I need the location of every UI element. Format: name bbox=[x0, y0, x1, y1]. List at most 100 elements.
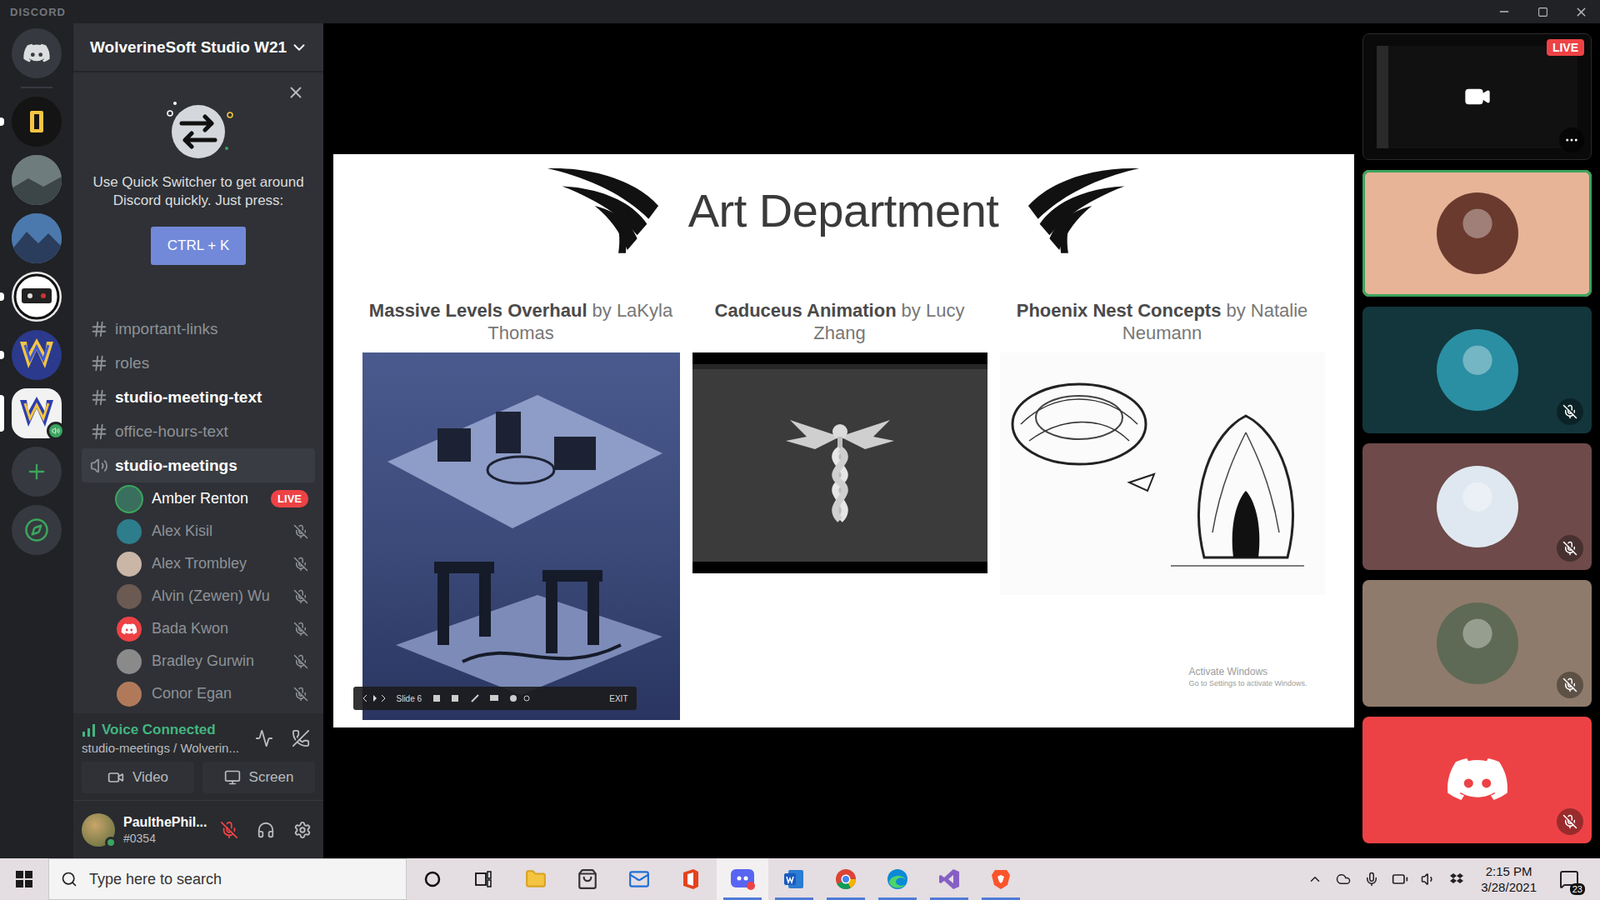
shortcut-button[interactable]: CTRL + K bbox=[150, 226, 246, 265]
taskbar-app[interactable] bbox=[665, 858, 717, 900]
server-header[interactable]: WolverineSoft Studio W21 bbox=[73, 23, 324, 72]
taskbar-app[interactable] bbox=[510, 858, 562, 900]
artwork-picture bbox=[1000, 352, 1325, 595]
volume-tray[interactable] bbox=[1415, 871, 1441, 887]
deafen-button[interactable] bbox=[251, 815, 280, 845]
onedrive-tray[interactable] bbox=[1330, 871, 1356, 887]
channel-item[interactable]: office-hours-text bbox=[81, 414, 315, 449]
voice-member[interactable]: Alvin (Zewen) Wu bbox=[81, 580, 315, 613]
channel-item[interactable]: studio-meetings bbox=[81, 448, 315, 483]
server-item[interactable] bbox=[0, 96, 74, 147]
signal-icon bbox=[81, 723, 97, 737]
hash-icon bbox=[90, 422, 109, 441]
taskbar-app[interactable] bbox=[716, 858, 769, 900]
server-icon[interactable] bbox=[11, 446, 62, 497]
slide-number[interactable]: Slide 6 bbox=[396, 694, 423, 704]
server-icon[interactable] bbox=[11, 28, 62, 79]
voice-action-button[interactable]: Video bbox=[81, 761, 195, 794]
server-item[interactable] bbox=[0, 213, 74, 264]
mute-button[interactable] bbox=[215, 815, 244, 845]
notification-center[interactable]: 23 bbox=[1548, 858, 1590, 900]
close-button[interactable] bbox=[1561, 0, 1600, 24]
participant-tile[interactable] bbox=[1362, 306, 1592, 434]
server-item[interactable] bbox=[0, 388, 74, 439]
dropbox-tray[interactable] bbox=[1444, 872, 1470, 886]
server-icon[interactable] bbox=[11, 155, 62, 205]
disconnect-button[interactable] bbox=[286, 724, 315, 753]
app-title: DISCORD bbox=[10, 5, 66, 19]
taskbar-app[interactable] bbox=[820, 858, 872, 900]
server-item[interactable] bbox=[0, 271, 74, 322]
channel-item[interactable]: roles bbox=[81, 345, 315, 380]
member-name: Bada Kwon bbox=[151, 620, 284, 638]
cortana-app-icon bbox=[423, 870, 442, 889]
server-item[interactable] bbox=[0, 446, 74, 497]
member-muted bbox=[293, 589, 309, 605]
maximize-button[interactable] bbox=[1523, 0, 1562, 24]
voice-member[interactable]: Alex Trombley bbox=[81, 547, 315, 580]
taskbar-app[interactable] bbox=[871, 858, 924, 900]
server-item[interactable] bbox=[0, 330, 74, 380]
taskbar-app[interactable] bbox=[458, 858, 510, 900]
server-icon[interactable] bbox=[11, 96, 62, 147]
mic-muted-icon bbox=[293, 621, 309, 637]
mic-muted-icon bbox=[1562, 814, 1578, 830]
battery-tray[interactable] bbox=[1387, 870, 1413, 888]
minimize-button[interactable] bbox=[1485, 0, 1524, 24]
channel-item[interactable]: studio-meeting-text bbox=[81, 380, 315, 415]
close-tip-button[interactable] bbox=[286, 83, 305, 105]
server-item[interactable] bbox=[0, 505, 74, 555]
participant-tile[interactable] bbox=[1362, 716, 1592, 844]
channel-name: important-links bbox=[115, 320, 219, 339]
taskbar-app[interactable] bbox=[768, 858, 820, 900]
voice-action-button[interactable]: Screen bbox=[202, 761, 315, 794]
server-icon[interactable] bbox=[11, 271, 62, 322]
participant-tile[interactable] bbox=[1362, 443, 1592, 570]
slide-title: Art Department bbox=[688, 183, 1000, 238]
slide-column: Caduceus Animationby Lucy Zhang bbox=[692, 299, 988, 574]
start-button[interactable] bbox=[0, 858, 49, 900]
taskbar-clock[interactable]: 2:15 PM3/28/2021 bbox=[1472, 863, 1545, 895]
more-options-button[interactable] bbox=[1559, 127, 1585, 153]
search-input[interactable] bbox=[87, 870, 395, 890]
taskbar-app[interactable] bbox=[975, 858, 1027, 900]
participant-tile[interactable] bbox=[1362, 580, 1592, 707]
server-item[interactable] bbox=[0, 155, 74, 205]
edge-app-icon bbox=[886, 868, 909, 890]
explore-compass-icon bbox=[24, 517, 50, 543]
taskbar-app[interactable] bbox=[613, 858, 665, 900]
voice-member[interactable]: Bada Kwon bbox=[81, 612, 315, 645]
taskbar-app[interactable] bbox=[561, 858, 614, 900]
server-icon[interactable] bbox=[11, 213, 62, 264]
level-render-image bbox=[370, 361, 671, 712]
noise-suppression-button[interactable] bbox=[250, 724, 279, 753]
taskbar-search[interactable] bbox=[48, 858, 407, 900]
server-item[interactable] bbox=[0, 28, 74, 79]
mic-tray[interactable] bbox=[1359, 871, 1385, 887]
channel-name: studio-meeting-text bbox=[115, 388, 262, 407]
dropbox-icon bbox=[1449, 872, 1465, 886]
member-name: Alvin (Zewen) Wu bbox=[151, 587, 284, 605]
voice-member[interactable]: Conor Egan bbox=[81, 677, 315, 710]
voice-member[interactable]: Amber RentonLIVE bbox=[81, 482, 315, 515]
voice-member[interactable]: Bradley Gurwin bbox=[81, 645, 315, 678]
user-avatar[interactable] bbox=[81, 813, 115, 847]
add-server-icon bbox=[25, 460, 49, 484]
voice-location[interactable]: studio-meetings / Wolverin... bbox=[81, 740, 242, 755]
tray-overflow[interactable] bbox=[1302, 871, 1328, 887]
slide-column: Phoenix Nest Conceptsby Natalie Neumann bbox=[1000, 299, 1325, 595]
gear-icon bbox=[293, 820, 312, 840]
slide-column: Massive Levels Overhaulby LaKyla Thomas bbox=[362, 299, 680, 720]
member-name: Bradley Gurwin bbox=[151, 652, 284, 670]
taskbar-app[interactable] bbox=[406, 858, 459, 900]
server-icon[interactable] bbox=[11, 505, 62, 555]
settings-button[interactable] bbox=[288, 815, 317, 845]
exit-slideshow[interactable]: EXIT bbox=[609, 694, 628, 704]
rail-separator bbox=[20, 86, 53, 89]
taskbar-app[interactable] bbox=[923, 858, 975, 900]
voice-member[interactable]: Alex Kisil bbox=[81, 515, 315, 548]
participant-tile[interactable] bbox=[1362, 170, 1592, 297]
server-icon[interactable] bbox=[11, 330, 62, 380]
channel-item[interactable]: important-links bbox=[81, 311, 315, 346]
stream-preview-tile[interactable]: LIVE bbox=[1362, 33, 1592, 160]
